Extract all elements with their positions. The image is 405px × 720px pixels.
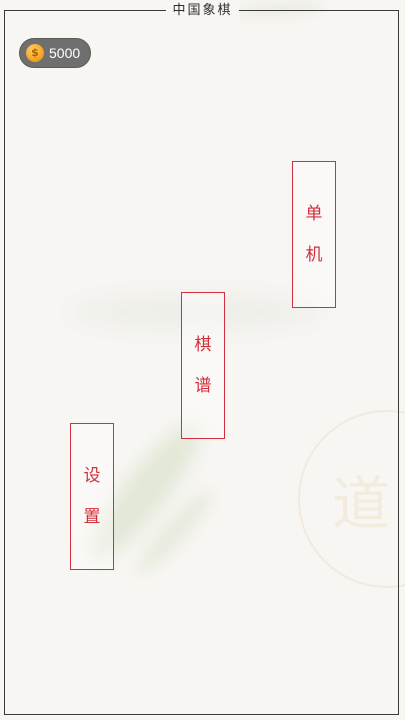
- settings-label-char: 置: [83, 506, 101, 527]
- single-player-button[interactable]: 单 机: [292, 161, 336, 308]
- title-bar: 中国象棋: [0, 0, 405, 22]
- game-records-label-char: 棋: [194, 334, 212, 355]
- single-player-label-char: 机: [305, 244, 323, 265]
- settings-button[interactable]: 设 置: [70, 423, 114, 570]
- coin-balance[interactable]: $ 5000: [19, 38, 91, 68]
- coin-icon: $: [26, 44, 44, 62]
- game-records-label-char: 谱: [194, 375, 212, 396]
- game-records-button[interactable]: 棋 谱: [181, 292, 225, 439]
- page-title: 中国象棋: [166, 1, 239, 21]
- coin-amount: 5000: [49, 45, 81, 61]
- settings-label-char: 设: [83, 465, 101, 486]
- main-menu-screen: 道 中国象棋 $ 5000 单 机 棋 谱 设 置: [0, 0, 405, 720]
- single-player-label-char: 单: [305, 203, 323, 224]
